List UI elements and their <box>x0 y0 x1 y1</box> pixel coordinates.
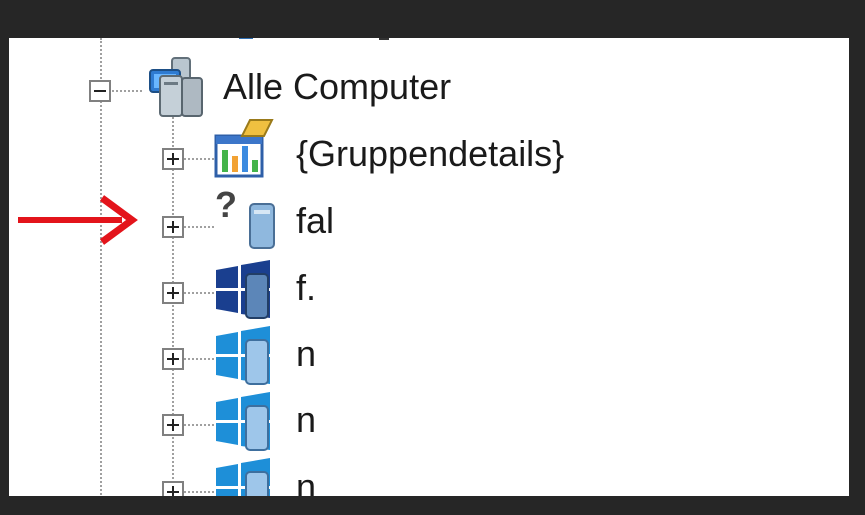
redaction-mask <box>344 198 844 254</box>
annotation-arrow-icon <box>18 195 138 245</box>
tree-connector <box>184 158 214 160</box>
redaction-mask <box>331 463 844 496</box>
tree-item-cutoff-fragment <box>379 38 389 40</box>
tree-connector <box>184 491 214 493</box>
redaction-mask <box>331 330 844 386</box>
tree-line-outer <box>100 38 102 496</box>
tree-connector <box>184 358 214 360</box>
redaction-mask <box>331 264 844 320</box>
expand-toggle[interactable] <box>162 282 184 304</box>
tree-line-root <box>112 90 142 92</box>
tree-view-panel: Alle Computer {Gruppendetails} ? fal f. … <box>9 38 849 496</box>
windows-computer-icon <box>216 326 270 385</box>
tree-item-label: n <box>296 333 317 374</box>
expand-toggle[interactable] <box>162 348 184 370</box>
expand-toggle[interactable] <box>162 481 184 496</box>
expand-toggle[interactable] <box>162 216 184 238</box>
tree-connector <box>184 292 214 294</box>
tree-item-label: fal <box>296 200 335 241</box>
windows-computer-icon <box>216 458 270 496</box>
group-details-icon <box>214 119 274 178</box>
tree-item-label: Alle Computer <box>223 66 452 107</box>
windows-computer-icon <box>216 260 270 319</box>
windows-computer-icon <box>216 392 270 451</box>
question-mark-icon: ? <box>215 184 237 225</box>
unknown-computer-icon <box>249 203 275 249</box>
collapse-toggle[interactable] <box>89 80 111 102</box>
tree-item-cutoff-fragment <box>239 38 253 39</box>
computer-group-icon <box>149 57 203 117</box>
tree-connector <box>184 226 214 228</box>
tree-item-cutoff[interactable] <box>239 38 439 42</box>
expand-toggle[interactable] <box>162 148 184 170</box>
tree-item-label: n <box>296 399 317 440</box>
expand-toggle[interactable] <box>162 414 184 436</box>
tree-item-label: f. <box>296 267 317 308</box>
redaction-mask <box>331 396 844 452</box>
tree-item-label: {Gruppendetails} <box>296 133 565 174</box>
tree-connector <box>184 424 214 426</box>
tree-item-label: n <box>296 466 317 496</box>
